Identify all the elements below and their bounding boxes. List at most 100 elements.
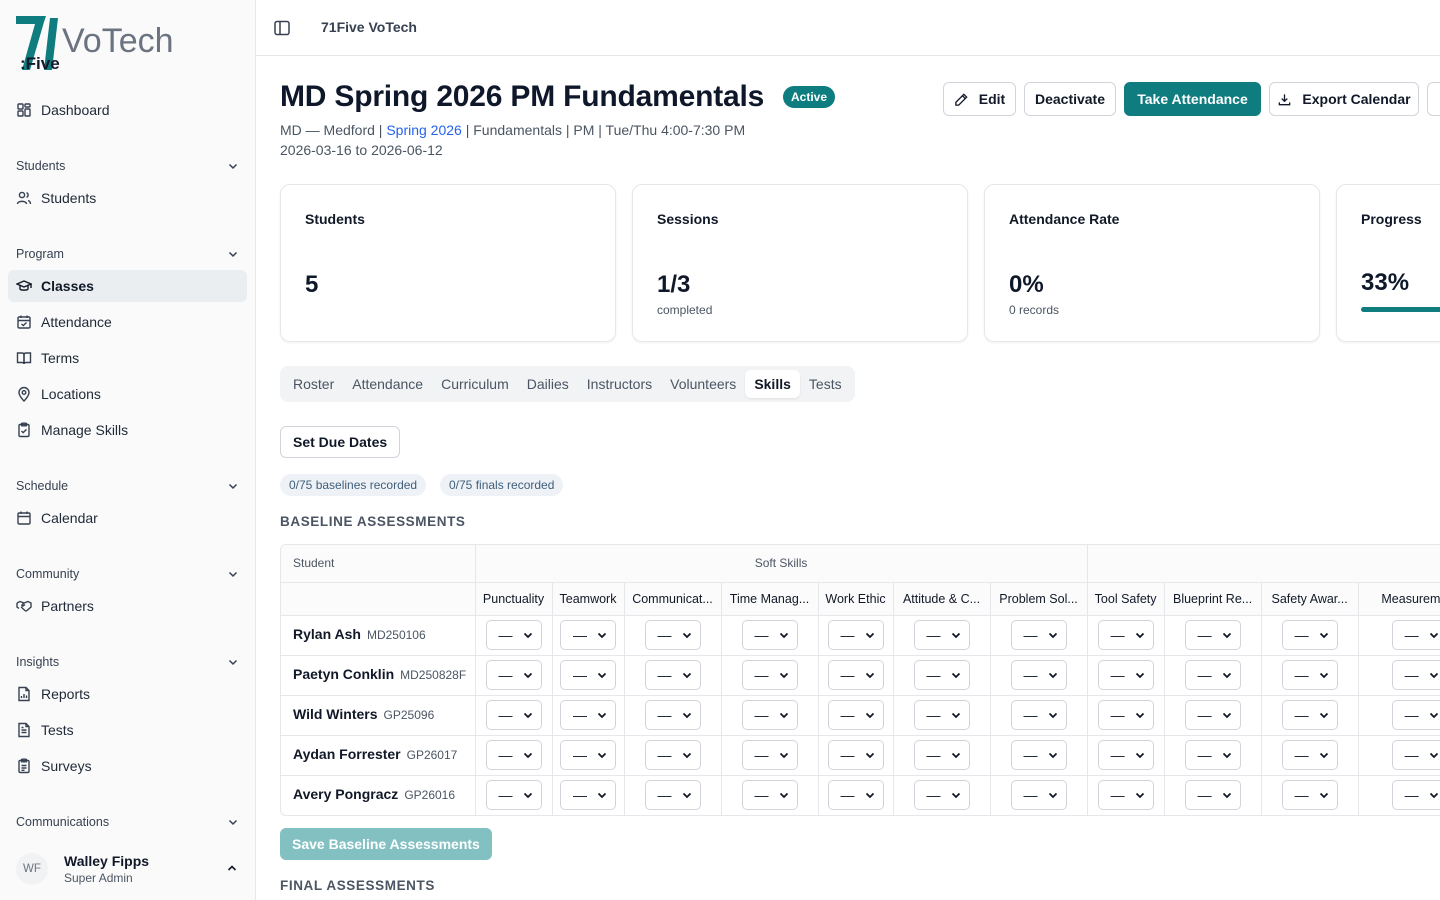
- rating-select[interactable]: —: [1281, 660, 1338, 690]
- nav-group-students[interactable]: Students: [16, 156, 240, 176]
- rating-select[interactable]: —: [1184, 660, 1241, 690]
- rating-select[interactable]: —: [1010, 660, 1067, 690]
- skill-cell: —: [1164, 695, 1262, 736]
- rating-select[interactable]: —: [485, 740, 542, 770]
- sidebar-item-surveys[interactable]: Surveys: [8, 750, 247, 782]
- take-attendance-button[interactable]: Take Attendance: [1124, 82, 1261, 116]
- user-menu[interactable]: WF Walley Fipps Super Admin: [8, 844, 247, 894]
- export-calendar-button[interactable]: Export Calendar: [1269, 82, 1419, 116]
- rating-select[interactable]: —: [1184, 740, 1241, 770]
- rating-select[interactable]: —: [827, 620, 884, 650]
- rating-select[interactable]: —: [644, 700, 701, 730]
- rating-select[interactable]: —: [1391, 620, 1440, 650]
- sidebar-item-tests[interactable]: Tests: [8, 714, 247, 746]
- save-baseline-button[interactable]: Save Baseline Assessments: [280, 828, 492, 860]
- rating-select[interactable]: —: [741, 620, 798, 650]
- rating-select[interactable]: —: [1097, 660, 1154, 690]
- rating-select[interactable]: —: [1391, 660, 1440, 690]
- rating-select[interactable]: —: [644, 620, 701, 650]
- nav-group-insights[interactable]: Insights: [16, 652, 240, 672]
- rating-select[interactable]: —: [913, 620, 970, 650]
- map-pin-icon: [18, 386, 30, 402]
- tab-attendance[interactable]: Attendance: [343, 370, 432, 398]
- breadcrumb[interactable]: 71Five VoTech: [321, 19, 417, 35]
- sidebar-item-dashboard[interactable]: Dashboard: [8, 94, 247, 126]
- edit-button[interactable]: Edit: [943, 82, 1016, 116]
- rating-select[interactable]: —: [1010, 700, 1067, 730]
- rating-select[interactable]: —: [827, 740, 884, 770]
- deactivate-button[interactable]: Deactivate: [1024, 82, 1116, 116]
- rating-value: —: [754, 707, 769, 723]
- rating-select[interactable]: —: [1010, 780, 1067, 810]
- rating-select[interactable]: —: [1391, 700, 1440, 730]
- rating-select[interactable]: —: [1184, 620, 1241, 650]
- sidebar-item-partners[interactable]: Partners: [8, 590, 247, 622]
- tab-roster[interactable]: Roster: [284, 370, 343, 398]
- rating-select[interactable]: —: [1184, 780, 1241, 810]
- tab-instructors[interactable]: Instructors: [578, 370, 661, 398]
- nav-group-schedule[interactable]: Schedule: [16, 476, 240, 496]
- rating-select[interactable]: —: [913, 780, 970, 810]
- rating-select[interactable]: —: [560, 700, 616, 730]
- sidebar-item-calendar[interactable]: Calendar: [8, 502, 247, 534]
- rating-select[interactable]: —: [1184, 700, 1241, 730]
- rating-select[interactable]: —: [560, 620, 616, 650]
- rating-select[interactable]: —: [741, 780, 798, 810]
- rating-select[interactable]: —: [1281, 620, 1338, 650]
- rating-select[interactable]: —: [741, 700, 798, 730]
- set-due-dates-button[interactable]: Set Due Dates: [280, 426, 401, 458]
- skill-cell: —: [1087, 775, 1165, 815]
- rating-select[interactable]: —: [741, 660, 798, 690]
- rating-select[interactable]: —: [1010, 620, 1067, 650]
- rating-select[interactable]: —: [827, 780, 884, 810]
- rating-select[interactable]: —: [1097, 740, 1154, 770]
- rating-select[interactable]: —: [485, 780, 542, 810]
- term-link[interactable]: Spring 2026: [386, 122, 462, 138]
- rating-select[interactable]: —: [644, 740, 701, 770]
- rating-select[interactable]: —: [560, 740, 616, 770]
- rating-select[interactable]: —: [560, 660, 616, 690]
- tab-skills[interactable]: Skills: [745, 370, 800, 398]
- rating-select[interactable]: —: [485, 700, 542, 730]
- rating-select[interactable]: —: [644, 780, 701, 810]
- rating-value: —: [1404, 627, 1419, 643]
- rating-select[interactable]: —: [485, 660, 542, 690]
- sidebar-item-reports[interactable]: Reports: [8, 678, 247, 710]
- rating-select[interactable]: —: [827, 660, 884, 690]
- sidebar-item-terms[interactable]: Terms: [8, 342, 247, 374]
- tab-curriculum[interactable]: Curriculum: [432, 370, 518, 398]
- tab-tests[interactable]: Tests: [800, 370, 851, 398]
- sidebar-toggle-icon[interactable]: [272, 18, 292, 38]
- tab-dailies[interactable]: Dailies: [518, 370, 578, 398]
- rating-select[interactable]: —: [1010, 740, 1067, 770]
- rating-select[interactable]: —: [1281, 780, 1338, 810]
- nav-group-communications[interactable]: Communications: [16, 812, 240, 832]
- rating-select[interactable]: —: [485, 620, 542, 650]
- sidebar-item-students[interactable]: Students: [8, 182, 247, 214]
- sidebar-item-attendance[interactable]: Attendance: [8, 306, 247, 338]
- nav-group-community[interactable]: Community: [16, 564, 240, 584]
- rating-select[interactable]: —: [560, 780, 616, 810]
- sidebar-item-classes[interactable]: Classes: [8, 270, 247, 302]
- rating-select[interactable]: —: [913, 700, 970, 730]
- rating-select[interactable]: —: [913, 740, 970, 770]
- nav-group-program[interactable]: Program: [16, 244, 240, 264]
- sidebar-item-manage-skills[interactable]: Manage Skills: [8, 414, 247, 446]
- sidebar-item-label: Classes: [41, 278, 94, 294]
- rating-select[interactable]: —: [1281, 740, 1338, 770]
- rating-select[interactable]: —: [1097, 700, 1154, 730]
- rating-select[interactable]: —: [741, 740, 798, 770]
- more-actions-button[interactable]: [1427, 82, 1440, 116]
- rating-select[interactable]: —: [827, 700, 884, 730]
- rating-select[interactable]: —: [1281, 700, 1338, 730]
- user-role: Super Admin: [64, 871, 133, 885]
- rating-select[interactable]: —: [1391, 780, 1440, 810]
- tab-volunteers[interactable]: Volunteers: [661, 370, 745, 398]
- sidebar-item-locations[interactable]: Locations: [8, 378, 247, 410]
- rating-select[interactable]: —: [1097, 620, 1154, 650]
- rating-select[interactable]: —: [644, 660, 701, 690]
- rating-select[interactable]: —: [1391, 740, 1440, 770]
- rating-select[interactable]: —: [913, 660, 970, 690]
- rating-select[interactable]: —: [1097, 780, 1154, 810]
- app-logo[interactable]: :Five VoTech: [16, 14, 176, 72]
